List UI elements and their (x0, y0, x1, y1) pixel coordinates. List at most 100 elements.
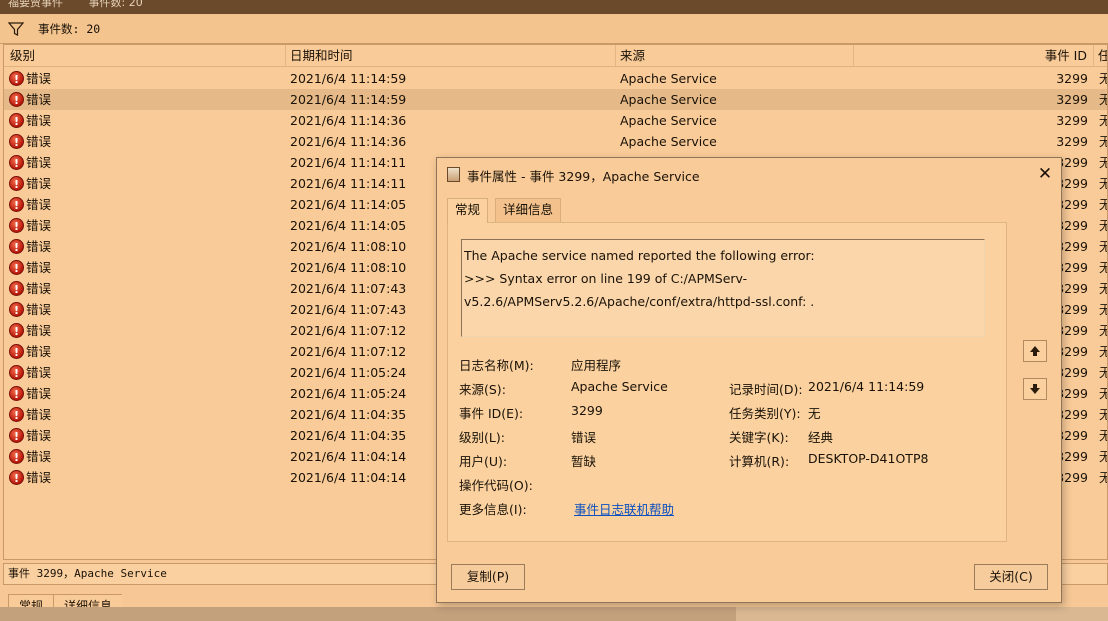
dialog-titlebar: 事件属性 - 事件 3299，Apache Service ✕ (437, 158, 1061, 190)
error-icon (9, 111, 24, 132)
table-row[interactable]: 错误 2021/6/4 11:14:36 Apache Service 3299 无 (4, 131, 1107, 153)
cell-datetime: 2021/6/4 11:07:43 (290, 302, 407, 317)
bottom-tabs: 常规 详细信息 (8, 594, 123, 608)
column-event-id[interactable]: 事件 ID (854, 45, 1094, 67)
table-row[interactable]: 错误 2021/6/4 11:14:59 Apache Service 3299 无 (4, 89, 1107, 111)
copy-button[interactable]: 复制(P) (451, 564, 525, 590)
arrow-up-icon (1030, 346, 1040, 356)
horizontal-scrollbar[interactable] (0, 607, 1108, 621)
bottom-tab-general[interactable]: 常规 (8, 594, 55, 608)
table-row[interactable]: 错误 2021/6/4 11:14:36 Apache Service 3299 无 (4, 110, 1107, 132)
cell-level: 错误 (26, 239, 52, 254)
tab-general[interactable]: 常规 (447, 198, 489, 223)
error-icon (9, 363, 24, 384)
scrollbar-thumb[interactable] (736, 607, 1108, 621)
cell-datetime: 2021/6/4 11:04:35 (290, 407, 407, 422)
cell-task: 无 (1099, 173, 1107, 194)
filter-icon[interactable] (8, 21, 24, 37)
error-icon (9, 153, 24, 174)
cell-datetime: 2021/6/4 11:14:11 (290, 176, 407, 191)
column-level[interactable]: 级别 (4, 45, 286, 67)
more-info-link[interactable]: 事件日志联机帮助 (574, 499, 674, 518)
cell-level: 错误 (26, 281, 52, 296)
cell-task: 无 (1099, 152, 1107, 173)
cell-level: 错误 (26, 134, 52, 149)
next-event-button[interactable] (1023, 378, 1047, 400)
cell-datetime: 2021/6/4 11:07:43 (290, 281, 407, 296)
cell-task: 无 (1099, 257, 1107, 278)
cell-task: 无 (1099, 320, 1107, 341)
event-viewer-icon (447, 167, 460, 182)
error-icon (9, 216, 24, 237)
cell-task: 无 (1099, 131, 1107, 152)
cell-level: 错误 (26, 428, 52, 443)
cell-task: 无 (1099, 362, 1107, 383)
close-icon[interactable]: ✕ (1033, 162, 1057, 186)
cell-level: 错误 (26, 302, 52, 317)
event-id-value: 3299 (571, 403, 603, 418)
error-icon (9, 426, 24, 447)
cell-datetime: 2021/6/4 11:14:36 (290, 113, 407, 128)
cell-task: 无 (1099, 215, 1107, 236)
cell-datetime: 2021/6/4 11:05:24 (290, 386, 407, 401)
cell-task: 无 (1099, 467, 1107, 488)
more-info-label: 更多信息(I): (459, 502, 527, 517)
logged-value: 2021/6/4 11:14:59 (808, 379, 925, 394)
user-label: 用户(U): (459, 454, 508, 469)
cell-source: Apache Service (620, 92, 717, 107)
cell-level: 错误 (26, 470, 52, 485)
cell-level: 错误 (26, 197, 52, 212)
column-source[interactable]: 来源 (616, 45, 854, 67)
cell-task: 无 (1099, 194, 1107, 215)
table-row[interactable]: 错误 2021/6/4 11:14:59 Apache Service 3299 无 (4, 68, 1107, 90)
cell-task: 无 (1099, 425, 1107, 446)
opcode-label: 操作代码(O): (459, 478, 533, 493)
cell-datetime: 2021/6/4 11:14:36 (290, 134, 407, 149)
cell-level: 错误 (26, 71, 52, 86)
error-icon (9, 321, 24, 342)
description-line: >>> Syntax error on line 199 of C:/APMSe… (464, 271, 748, 286)
cell-level: 错误 (26, 155, 52, 170)
cell-level: 错误 (26, 344, 52, 359)
cell-source: Apache Service (620, 71, 717, 86)
event-count: 事件数: 20 (38, 21, 101, 36)
error-icon (9, 342, 24, 363)
dialog-title: 事件属性 - 事件 3299，Apache Service (467, 169, 700, 184)
bottom-tab-details[interactable]: 详细信息 (53, 594, 123, 608)
event-description[interactable]: The Apache service named reported the fo… (461, 239, 985, 337)
error-icon (9, 468, 24, 489)
cell-datetime: 2021/6/4 11:04:14 (290, 470, 407, 485)
cell-task: 无 (1099, 89, 1107, 110)
column-task[interactable]: 任 (1094, 45, 1107, 67)
event-id-label: 事件 ID(E): (459, 406, 524, 421)
cell-datetime: 2021/6/4 11:05:24 (290, 365, 407, 380)
user-value: 暂缺 (571, 454, 597, 469)
tab-details[interactable]: 详细信息 (495, 198, 562, 222)
cell-datetime: 2021/6/4 11:08:10 (290, 239, 407, 254)
error-icon (9, 132, 24, 153)
error-icon (9, 447, 24, 468)
previous-event-button[interactable] (1023, 340, 1047, 362)
cell-task: 无 (1099, 383, 1107, 404)
cell-datetime: 2021/6/4 11:08:10 (290, 260, 407, 275)
cell-datetime: 2021/6/4 11:04:35 (290, 428, 407, 443)
description-line: The Apache service named reported the fo… (464, 248, 815, 263)
event-list-header: 级别 日期和时间 来源 事件 ID 任 (4, 45, 1107, 67)
computer-label: 计算机(R): (729, 454, 790, 469)
close-button[interactable]: 关闭(C) (974, 564, 1048, 590)
error-icon (9, 258, 24, 279)
error-icon (9, 300, 24, 321)
event-properties-dialog: 事件属性 - 事件 3299，Apache Service ✕ 常规 详细信息 … (436, 157, 1062, 603)
cell-datetime: 2021/6/4 11:14:05 (290, 197, 407, 212)
cell-source: Apache Service (620, 113, 717, 128)
window-event-count: 事件数: 20 (88, 0, 143, 9)
cell-task: 无 (1099, 404, 1107, 425)
cell-level: 错误 (26, 113, 52, 128)
source-label: 来源(S): (459, 382, 506, 397)
error-icon (9, 384, 24, 405)
cell-datetime: 2021/6/4 11:14:59 (290, 71, 407, 86)
column-datetime[interactable]: 日期和时间 (286, 45, 616, 67)
level-value: 错误 (571, 430, 597, 445)
cell-datetime: 2021/6/4 11:14:05 (290, 218, 407, 233)
window-title-strip: 福要贾事件 事件数: 20 (0, 0, 1108, 14)
